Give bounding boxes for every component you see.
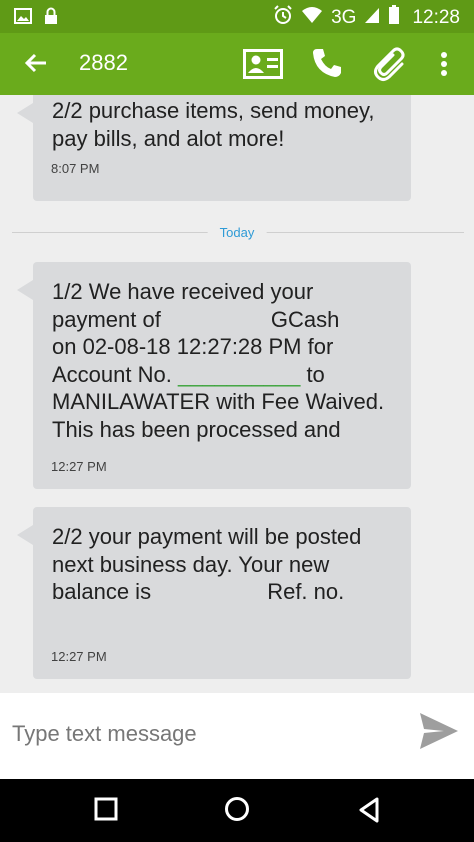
message-composer <box>0 693 474 779</box>
back-triangle-icon[interactable] <box>358 797 380 827</box>
message-text: 2/2 purchase items, send money, pay bill… <box>52 98 375 151</box>
navigation-bar <box>0 779 474 842</box>
network-type: 3G <box>331 6 357 28</box>
message-thread[interactable]: 2/2 purchase items, send money, pay bill… <box>0 95 474 693</box>
wifi-icon <box>301 6 323 29</box>
message-time: 12:27 PM <box>51 459 107 474</box>
message-bubble[interactable]: 2/2 your payment will be posted next bus… <box>17 507 411 679</box>
contact-card-icon[interactable] <box>243 49 283 83</box>
message-text: 1/2 We have received your payment of GCa… <box>52 279 385 442</box>
app-bar: 2882 <box>0 33 474 95</box>
conversation-title: 2882 <box>79 50 128 75</box>
send-icon[interactable] <box>418 711 460 755</box>
status-time: 12:28 <box>412 6 460 28</box>
phone-icon[interactable] <box>311 47 343 83</box>
recents-square-icon[interactable] <box>94 797 118 825</box>
status-bar: 3G 12:28 <box>0 0 474 33</box>
lock-icon <box>44 7 58 29</box>
message-time: 12:27 PM <box>51 649 107 664</box>
image-icon <box>14 8 32 28</box>
message-bubble[interactable]: 2/2 purchase items, send money, pay bill… <box>17 95 411 201</box>
date-divider-label: Today <box>207 225 267 240</box>
paperclip-icon[interactable] <box>372 46 408 86</box>
more-vert-icon[interactable] <box>440 51 448 81</box>
signal-icon <box>364 6 380 29</box>
home-circle-icon[interactable] <box>224 796 250 826</box>
message-input[interactable] <box>10 713 394 755</box>
back-arrow-icon[interactable] <box>24 51 48 79</box>
message-text: 2/2 your payment will be posted next bus… <box>52 524 362 604</box>
message-time: 8:07 PM <box>51 161 100 176</box>
alarm-icon <box>273 5 293 30</box>
battery-icon <box>388 5 400 30</box>
message-bubble[interactable]: 1/2 We have received your payment of GCa… <box>17 262 411 489</box>
account-number-blank: __________ <box>177 361 301 387</box>
